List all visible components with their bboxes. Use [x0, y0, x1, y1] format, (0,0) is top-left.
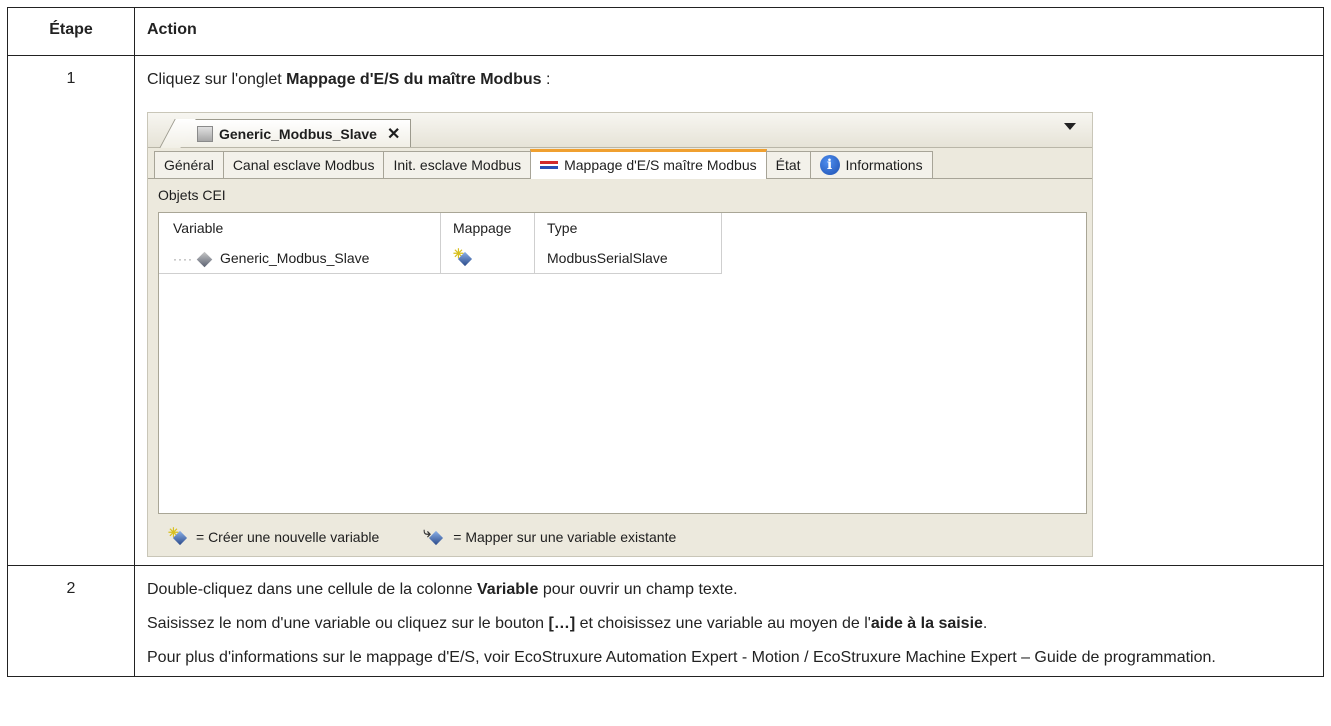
header-row: Étape Action: [7, 7, 1324, 56]
group-label: Objets CEI: [158, 187, 226, 203]
tab-slave-init[interactable]: Init. esclave Modbus: [383, 151, 532, 178]
software-screenshot: Generic_Modbus_Slave ✕ Général Canal esc…: [147, 112, 1093, 557]
create-variable-icon: ✳: [168, 525, 188, 546]
info-icon: i: [819, 155, 840, 175]
mapping-cell[interactable]: ✳: [440, 243, 535, 274]
document-tab-bar: Generic_Modbus_Slave ✕: [148, 113, 1092, 148]
legend-new-variable: ✳ = Créer une nouvelle variable: [168, 525, 380, 546]
close-icon[interactable]: ✕: [387, 124, 400, 144]
step-row-1: 1 Cliquez sur l'onglet Mappage d'E/S du …: [7, 55, 1324, 566]
map-existing-variable-icon: ⤷: [423, 524, 445, 546]
header-step: Étape: [7, 7, 135, 56]
step2-paragraph-2: Saisissez le nom d'une variable ou cliqu…: [147, 615, 988, 632]
step1-instruction: Cliquez sur l'onglet Mappage d'E/S du ma…: [147, 71, 551, 88]
document-tab[interactable]: Generic_Modbus_Slave ✕: [178, 119, 412, 147]
procedure-table: Étape Action 1 Cliquez sur l'onglet Mapp…: [7, 7, 1324, 677]
column-mapping[interactable]: Mappage: [440, 213, 535, 243]
tab-name-emphasis: Mappage d'E/S du maître Modbus: [286, 71, 542, 88]
tab-status[interactable]: État: [765, 151, 811, 178]
step-number: 1: [7, 55, 135, 566]
legend-existing-variable: ⤷ = Mapper sur une variable existante: [423, 524, 677, 546]
action-cell: Cliquez sur l'onglet Mappage d'E/S du ma…: [134, 55, 1324, 566]
variable-icon: [196, 251, 213, 268]
header-action: Action: [134, 7, 1324, 56]
tab-slave-channel[interactable]: Canal esclave Modbus: [222, 151, 385, 178]
mapping-table: Variable Mappage Type ···· Generic_Modbus…: [159, 213, 722, 274]
editor-tabs: Général Canal esclave Modbus Init. escla…: [148, 148, 1092, 179]
step2-paragraph-3: Pour plus d'informations sur le mappage …: [147, 649, 1216, 666]
column-type[interactable]: Type: [534, 213, 722, 243]
tab-io-mapping[interactable]: Mappage d'E/S maître Modbus: [530, 149, 767, 179]
mapping-panel: Objets CEI Variable Mappage Type ···· Gen…: [148, 179, 1092, 556]
tab-general[interactable]: Général: [154, 151, 224, 178]
table-row[interactable]: ···· Generic_Modbus_Slave ✳ ModbusSerialS…: [159, 243, 722, 274]
document-tab-title: Generic_Modbus_Slave: [219, 125, 377, 142]
variable-cell[interactable]: ···· Generic_Modbus_Slave: [159, 243, 441, 274]
arrows-icon: [540, 159, 559, 171]
column-variable[interactable]: Variable: [159, 213, 441, 243]
step-number: 2: [7, 565, 135, 677]
step2-paragraph-1: Double-cliquez dans une cellule de la co…: [147, 581, 738, 598]
type-cell: ModbusSerialSlave: [534, 243, 722, 274]
mapping-grid: Variable Mappage Type ···· Generic_Modbus…: [158, 212, 1087, 514]
column-headers: Variable Mappage Type: [159, 213, 722, 243]
chevron-down-icon[interactable]: [1064, 123, 1076, 130]
action-cell: Double-cliquez dans une cellule de la co…: [134, 565, 1324, 677]
tree-connector: ····: [173, 252, 193, 266]
create-variable-icon: ✳: [453, 246, 473, 267]
tab-information[interactable]: i Informations: [809, 151, 933, 178]
step-row-2: 2 Double-cliquez dans une cellule de la …: [7, 565, 1324, 677]
device-icon: [197, 125, 213, 142]
mapping-legend: ✳ = Créer une nouvelle variable ⤷ = Mapp…: [168, 524, 720, 546]
